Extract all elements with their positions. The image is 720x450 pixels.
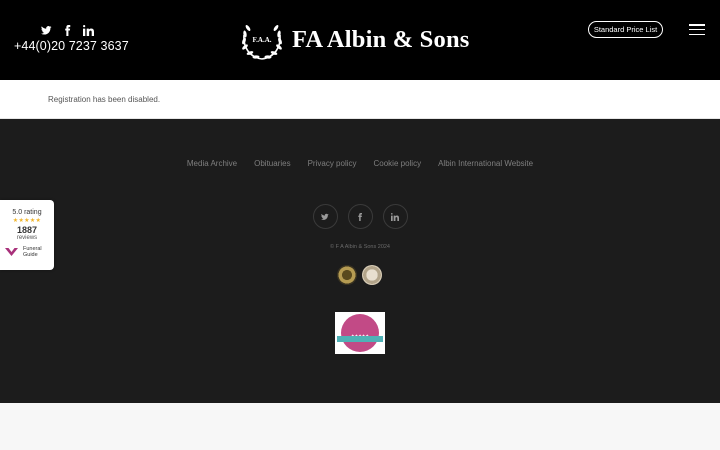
rating-stars-icon: ★★★★★ (12, 218, 42, 224)
footer-link-albin-international[interactable]: Albin International Website (438, 159, 533, 168)
copyright: © F A Albin & Sons 2024 (329, 244, 390, 250)
footer-link-obituaries[interactable]: Obituaries (254, 159, 290, 168)
twitter-icon[interactable] (40, 24, 52, 37)
reviews-label: reviews (16, 235, 38, 241)
footer-link-media-archive[interactable]: Media Archive (187, 159, 237, 168)
rating-score: 5.0 rating (12, 209, 42, 216)
phone-number[interactable]: +44(0)20 7237 3637 (14, 39, 129, 53)
logo-monogram: F.A.A. (253, 36, 272, 44)
funeral-guide-rating-widget[interactable]: 5.0 rating ★★★★★ 1887 reviews Funeral Gui… (0, 200, 54, 270)
brand-line-2: Guide (23, 252, 38, 258)
laurel-wreath-logo-icon: F.A.A. (242, 24, 282, 60)
review-count: 1887 (16, 225, 38, 235)
membership-badges (337, 265, 382, 285)
twitter-icon (321, 213, 329, 220)
site-header: +44(0)20 7237 3637 F.A.A. FA Albin & Son… (0, 0, 720, 80)
site-logo[interactable]: F.A.A. FA Albin & Sons (239, 17, 470, 63)
footer-link-privacy-policy[interactable]: Privacy policy (308, 159, 357, 168)
footer-twitter-button[interactable] (312, 204, 338, 229)
header-social-links (40, 24, 94, 37)
footer-nav: Media Archive Obituaries Privacy policy … (0, 159, 720, 168)
award-emblem-icon: ★★★★★ (341, 314, 379, 352)
award-ribbon-icon (337, 336, 383, 342)
logo-text: FA Albin & Sons (292, 26, 470, 53)
linkedin-icon[interactable] (82, 24, 94, 37)
hamburger-menu-icon[interactable] (689, 24, 705, 35)
standard-price-list-button[interactable]: Standard Price List (588, 21, 663, 38)
footer-linkedin-button[interactable] (382, 204, 408, 229)
notice-bar: Registration has been disabled. (0, 80, 720, 119)
association-seal-badge[interactable] (337, 265, 357, 285)
facebook-icon (358, 212, 362, 221)
footer-social-links (0, 204, 720, 229)
linkedin-icon (391, 212, 399, 221)
funeral-director-award-badge[interactable]: ★★★★★ (335, 312, 385, 354)
heritage-seal-badge[interactable] (362, 265, 382, 285)
facebook-icon[interactable] (61, 24, 73, 37)
funeral-guide-logo: Funeral Guide (4, 246, 54, 258)
funeral-guide-heart-icon (5, 248, 18, 256)
footer-facebook-button[interactable] (347, 204, 373, 229)
registration-notice: Registration has been disabled. (48, 95, 161, 104)
footer-link-cookie-policy[interactable]: Cookie policy (374, 159, 422, 168)
site-footer: Media Archive Obituaries Privacy policy … (0, 119, 720, 403)
